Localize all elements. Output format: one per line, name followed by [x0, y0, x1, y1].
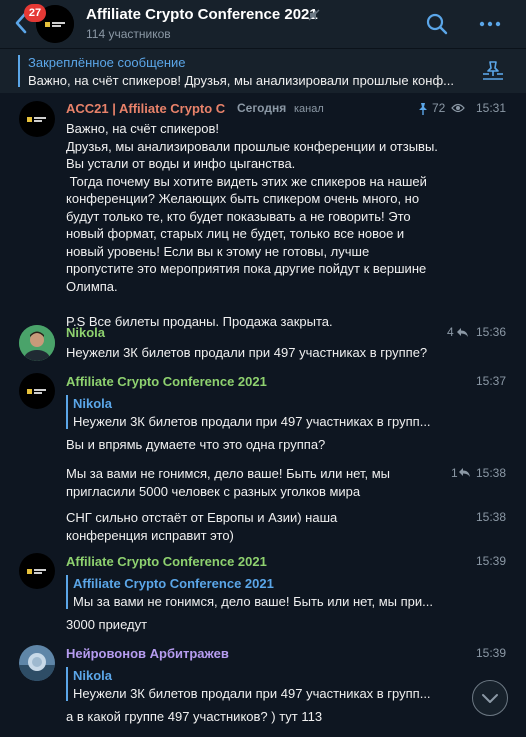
view-count: 72	[432, 101, 446, 115]
user-photo-icon	[19, 325, 55, 361]
pin-list-icon[interactable]	[481, 60, 505, 82]
conference-logo-icon	[27, 389, 46, 394]
avatar[interactable]	[19, 325, 55, 361]
pinned-accent-bar	[18, 55, 20, 87]
message-text: Мы за вами не гонимся, дело ваше! Быть и…	[66, 466, 390, 499]
reply-text[interactable]: Неужели 3К билетов продали при 497 участ…	[73, 414, 473, 429]
reply-author[interactable]: Affiliate Crypto Conference 2021	[73, 576, 274, 591]
views-icon	[451, 103, 465, 113]
avatar[interactable]	[19, 553, 55, 589]
message-time: 15:39	[475, 554, 506, 568]
message-time: 15:31	[475, 101, 506, 115]
reply-author[interactable]: Nikola	[73, 668, 112, 683]
reply-text[interactable]: Неужели 3К билетов продали при 497 участ…	[73, 686, 453, 701]
conference-logo-icon	[27, 117, 46, 122]
message-text: Вы и впрямь думаете что это одна группа?	[66, 437, 326, 452]
message-time: 15:38	[475, 510, 506, 524]
conference-logo-icon	[27, 569, 46, 574]
message-text: а в какой группе 497 участников? ) тут 1…	[66, 709, 323, 724]
chat-title[interactable]: Affiliate Crypto Conference 2021	[86, 6, 318, 23]
forwarded-source-label: Сегодня	[237, 101, 287, 115]
message-author[interactable]: Affiliate Crypto Conference 2021	[66, 374, 267, 389]
pin-icon	[419, 103, 427, 115]
message-text: 3000 приедут	[66, 617, 148, 632]
message-text: Неужели 3К билетов продали при 497 участ…	[66, 345, 428, 360]
pinned-text: Важно, на счёт спикеров! Друзья, мы анал…	[28, 73, 454, 88]
channel-label: канал	[294, 103, 324, 115]
more-icon[interactable]	[478, 16, 502, 32]
scroll-down-button[interactable]	[472, 680, 508, 716]
unread-badge: 27	[24, 4, 46, 22]
message-author[interactable]: Нейровонов Арбитражев	[66, 646, 229, 661]
user-photo-icon	[19, 645, 55, 681]
reply-author[interactable]: Nikola	[73, 396, 112, 411]
message-text: СНГ сильно отстаёт от Европы и Азии) наш…	[66, 510, 338, 543]
reply-text[interactable]: Мы за вами не гонимся, дело ваше! Быть и…	[73, 594, 473, 609]
member-count: 114 участников	[86, 27, 171, 41]
message-text: Важно, на счёт спикеров! Друзья, мы анал…	[66, 121, 438, 329]
message-time: 15:36	[475, 325, 506, 339]
message-time: 15:37	[475, 374, 506, 388]
reply-accent-bar	[66, 667, 68, 701]
reply-accent-bar	[66, 395, 68, 429]
message-author[interactable]: Affiliate Crypto Conference 2021	[66, 554, 267, 569]
message-author[interactable]: Nikola	[66, 325, 105, 340]
message-time: 15:38	[475, 466, 506, 480]
muted-icon	[308, 9, 320, 21]
avatar[interactable]	[19, 373, 55, 409]
message-author[interactable]: ACC21 | Affiliate Crypto C	[66, 101, 225, 116]
pinned-title: Закреплённое сообщение	[28, 55, 186, 70]
reply-count: 4	[447, 325, 454, 339]
avatar[interactable]	[19, 101, 55, 137]
scroll-down-icon	[482, 694, 498, 703]
avatar[interactable]	[19, 645, 55, 681]
reply-accent-bar	[66, 575, 68, 609]
search-icon[interactable]	[425, 12, 449, 36]
message-time: 15:39	[475, 646, 506, 660]
